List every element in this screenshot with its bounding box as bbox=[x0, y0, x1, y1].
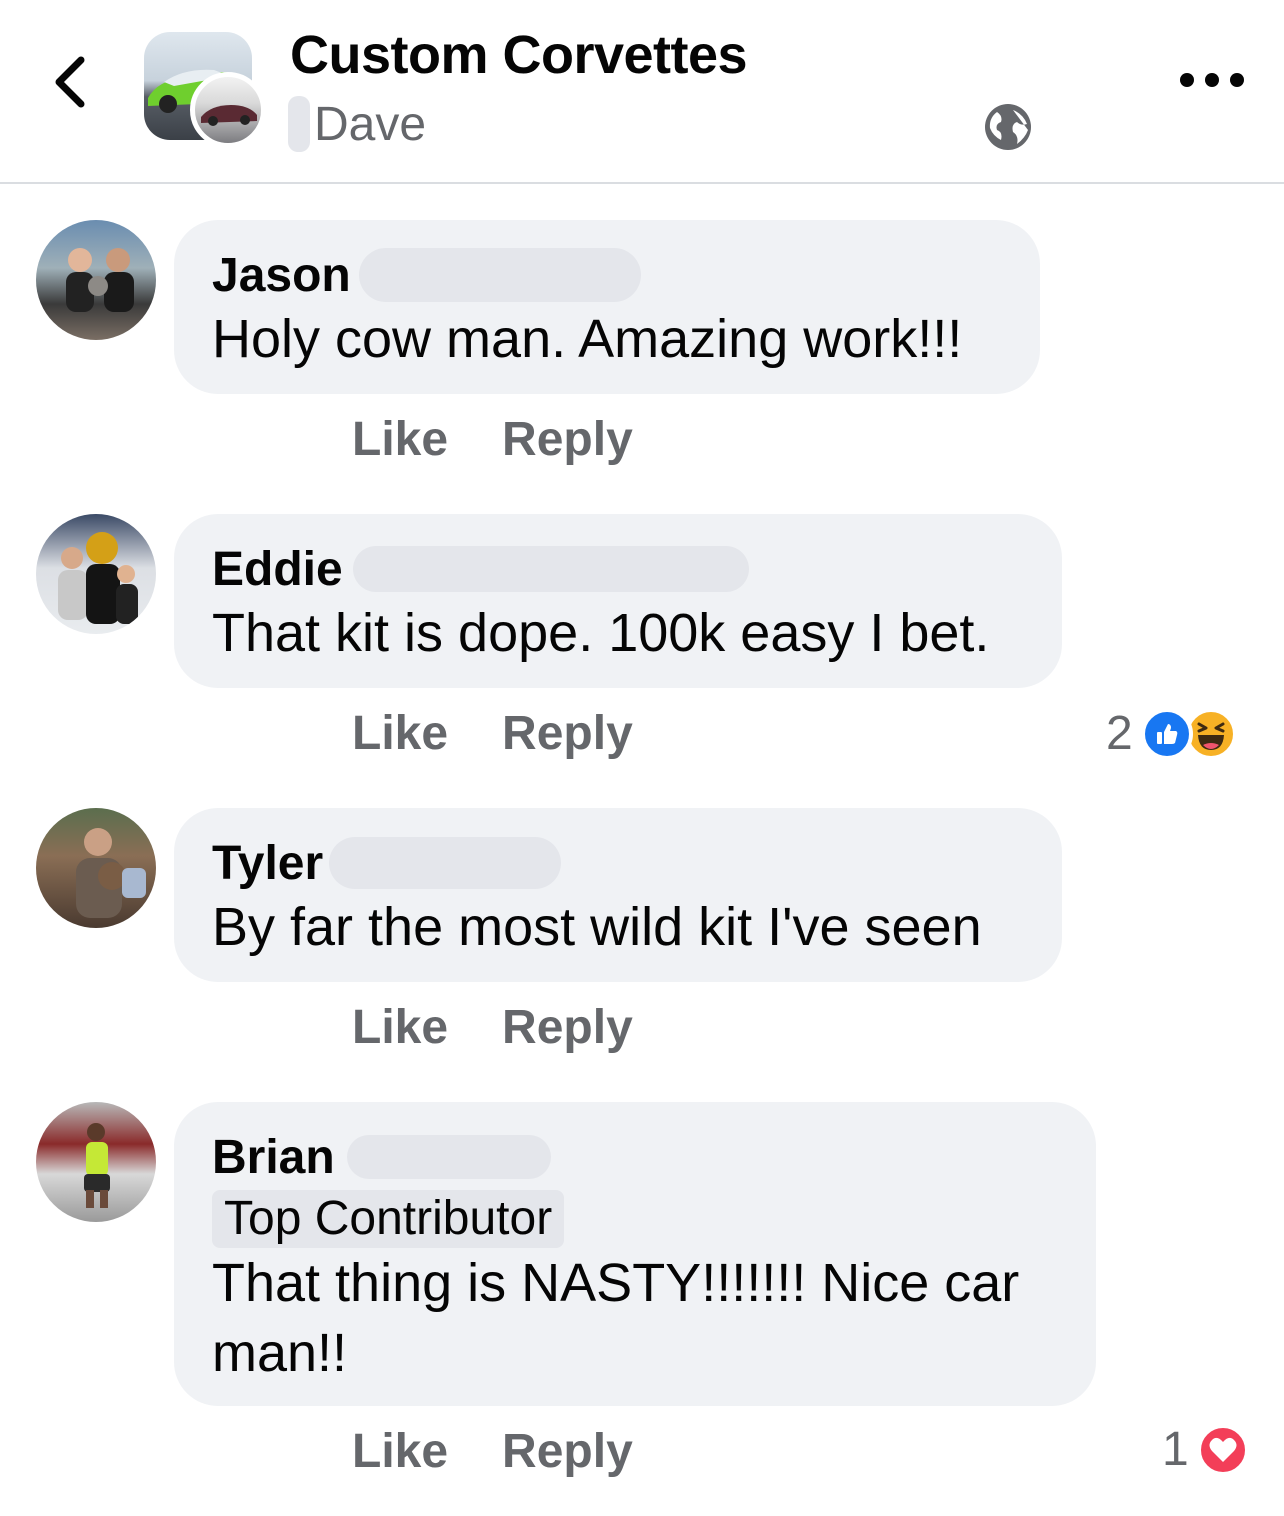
commenter-name[interactable]: Tyler bbox=[212, 836, 323, 891]
group-avatar[interactable] bbox=[144, 32, 266, 148]
redacted-block bbox=[346, 1135, 551, 1179]
comment-bubble[interactable]: Brian Top Contributor That thing is NAST… bbox=[174, 1102, 1096, 1406]
reaction-summary[interactable]: 1 bbox=[1162, 1422, 1249, 1477]
back-button[interactable] bbox=[40, 48, 100, 116]
comment-actions: Like Reply bbox=[352, 706, 633, 761]
like-icon bbox=[1140, 707, 1193, 760]
reply-button[interactable]: Reply bbox=[502, 1000, 633, 1055]
comment-actions: Like Reply bbox=[352, 1000, 633, 1055]
like-button[interactable]: Like bbox=[352, 706, 448, 761]
love-icon bbox=[1196, 1423, 1249, 1476]
like-button[interactable]: Like bbox=[352, 412, 448, 467]
comment-actions: Like Reply bbox=[352, 1424, 633, 1479]
group-title[interactable]: Custom Corvettes bbox=[290, 24, 748, 86]
dot bbox=[1180, 73, 1194, 87]
post-author-row: Dave bbox=[288, 96, 426, 152]
comment-text-line: man!! bbox=[212, 1323, 348, 1383]
reply-button[interactable]: Reply bbox=[502, 706, 633, 761]
more-options-button[interactable] bbox=[1180, 60, 1244, 100]
commenter-avatar[interactable] bbox=[36, 514, 156, 634]
comment-text: That thing is NASTY!!!!!!! Nice car man!… bbox=[212, 1248, 1058, 1388]
comment-text: Holy cow man. Amazing work!!! bbox=[212, 309, 963, 369]
commenter-avatar[interactable] bbox=[36, 808, 156, 928]
author-name[interactable]: Dave bbox=[314, 97, 426, 152]
comment-text: By far the most wild kit I've seen bbox=[212, 897, 982, 957]
comment-name-row: Jason bbox=[212, 246, 1002, 304]
commenter-name[interactable]: Jason bbox=[212, 248, 351, 303]
redacted-block bbox=[358, 248, 641, 302]
redacted-block bbox=[288, 96, 310, 152]
comment-actions: Like Reply bbox=[352, 412, 633, 467]
author-avatar[interactable] bbox=[190, 72, 266, 148]
comment-bubble[interactable]: Eddie That kit is dope. 100k easy I bet. bbox=[174, 514, 1062, 688]
comment-name-row: Tyler bbox=[212, 834, 1024, 892]
dot bbox=[1230, 73, 1244, 87]
comment-text-line: That thing is NASTY!!!!!!! Nice car bbox=[212, 1253, 1020, 1313]
top-contributor-badge[interactable]: Top Contributor bbox=[212, 1190, 565, 1248]
commenter-name[interactable]: Brian bbox=[212, 1130, 335, 1185]
commenter-avatar[interactable] bbox=[36, 220, 156, 340]
dot bbox=[1205, 73, 1219, 87]
comment-bubble[interactable]: Jason Holy cow man. Amazing work!!! bbox=[174, 220, 1040, 394]
reaction-count: 1 bbox=[1162, 1423, 1189, 1476]
redacted-block bbox=[352, 546, 749, 592]
reaction-count: 2 bbox=[1106, 707, 1133, 760]
chevron-left-icon bbox=[55, 56, 85, 108]
comment-text: That kit is dope. 100k easy I bet. bbox=[212, 603, 990, 663]
comment-name-row: Brian bbox=[212, 1128, 1058, 1186]
redacted-block bbox=[329, 837, 562, 889]
reply-button[interactable]: Reply bbox=[502, 412, 633, 467]
comment-bubble[interactable]: Tyler By far the most wild kit I've seen bbox=[174, 808, 1062, 982]
globe-icon bbox=[985, 104, 1031, 150]
like-button[interactable]: Like bbox=[352, 1000, 448, 1055]
like-button[interactable]: Like bbox=[352, 1424, 448, 1479]
post-header: Custom Corvettes Dave bbox=[0, 0, 1284, 184]
commenter-avatar[interactable] bbox=[36, 1102, 156, 1222]
commenter-name[interactable]: Eddie bbox=[212, 542, 343, 597]
reply-button[interactable]: Reply bbox=[502, 1424, 633, 1479]
comment-name-row: Eddie bbox=[212, 540, 1024, 598]
reaction-summary[interactable]: 2 bbox=[1106, 706, 1237, 761]
